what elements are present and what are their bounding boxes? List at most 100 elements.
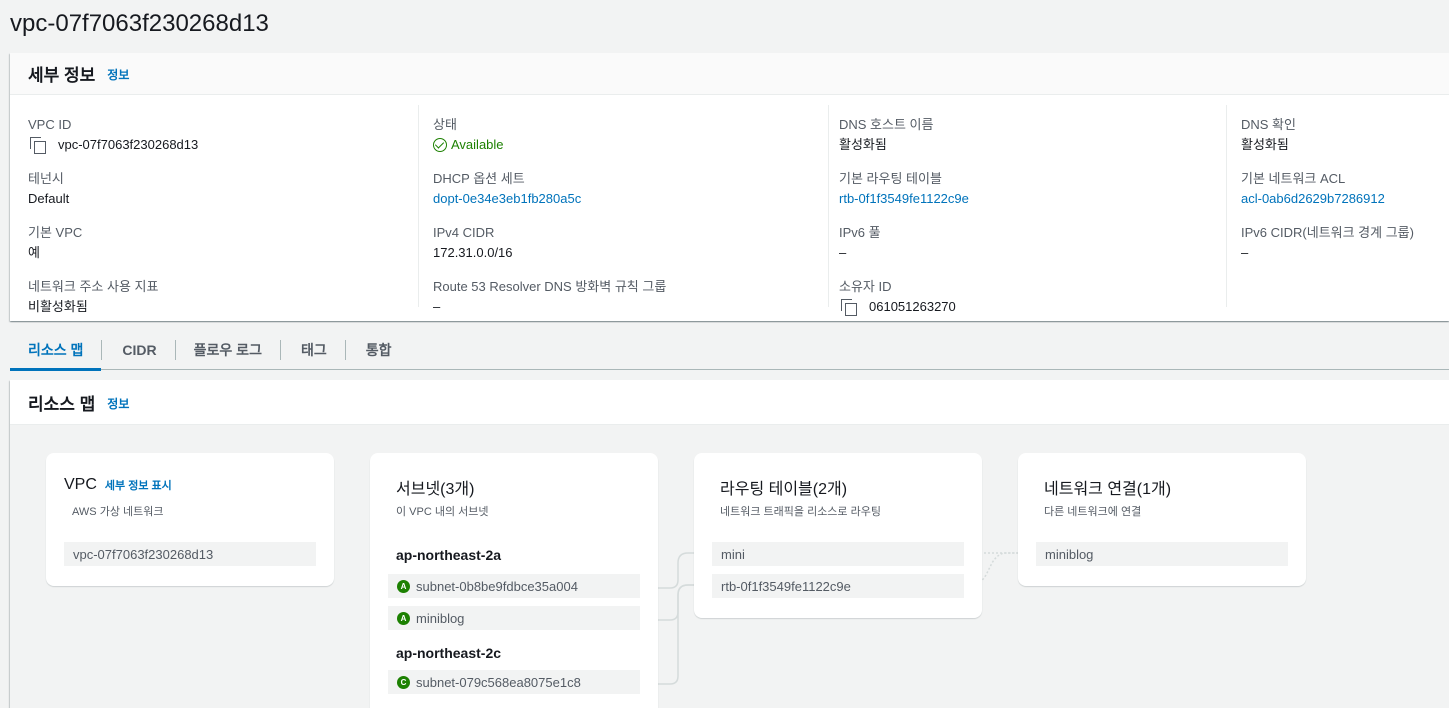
default-vpc-label: 기본 VPC (28, 225, 83, 240)
vpc-card-title: VPC (64, 476, 97, 493)
network-connection-card-title: 네트워크 연결(1개) (1044, 481, 1172, 498)
vpc-id-field: VPC ID vpc-07f7063f230268d13 (28, 117, 199, 154)
vpc-card: VPC 세부 정보 표시 AWS 가상 네트워크 vpc-07f7063f230… (46, 453, 334, 586)
ipv6-pool-field: IPv6 풀 – (839, 225, 881, 261)
az-badge: C (397, 675, 410, 689)
az-heading: ap-northeast-2a (396, 547, 502, 563)
details-panel: 세부 정보 정보 VPC ID vpc-07f7063f230268d13 테넌… (10, 53, 1449, 321)
network-acl-label: 기본 네트워크 ACL (1241, 171, 1346, 186)
tenancy-label: 테넌시 (28, 171, 64, 186)
subnet-card: 서브넷(3개) 이 VPC 내의 서브넷 ap-northeast-2a A s… (370, 453, 658, 708)
ipv6-cidr-value: – (1241, 245, 1249, 260)
subnet-node[interactable]: C subnet-079c568ea8075e1c8 (388, 670, 640, 694)
route-table-card-title: 라우팅 테이블(2개) (720, 481, 848, 498)
ipv6-cidr-field: IPv6 CIDR(네트워크 경계 그룹) – (1241, 225, 1414, 261)
ipv4-cidr-label: IPv4 CIDR (433, 225, 495, 240)
copy-icon[interactable] (841, 298, 857, 316)
dns-hostnames-label: DNS 호스트 이름 (839, 117, 934, 132)
resource-map-canvas: VPC 세부 정보 표시 AWS 가상 네트워크 vpc-07f7063f230… (10, 425, 1449, 708)
dns-firewall-label: Route 53 Resolver DNS 방화벽 규칙 그룹 (433, 279, 667, 294)
vpc-id-value-row: vpc-07f7063f230268d13 (28, 136, 199, 154)
subnet-label: miniblog (416, 610, 465, 626)
ipv6-pool-label: IPv6 풀 (839, 225, 881, 240)
dns-resolution-value: 활성화됨 (1241, 137, 1289, 152)
state-value: Available (451, 137, 504, 152)
network-connection-node[interactable]: miniblog (1036, 542, 1288, 566)
state-field: 상태 Available (433, 117, 504, 153)
subnet-node[interactable]: A miniblog (388, 606, 640, 630)
default-vpc-field: 기본 VPC 예 (28, 225, 82, 261)
resource-map-title: 리소스 맵 (28, 394, 96, 414)
route-table-card-subtitle: 네트워크 트래픽을 리소스로 라우팅 (720, 506, 881, 518)
dhcp-field: DHCP 옵션 세트 dopt-0e34e3eb1fb280a5c (433, 171, 581, 207)
details-column-2: 상태 Available DHCP 옵션 세트 dopt-0e34e3eb1fb… (418, 105, 828, 314)
main-route-table-field: 기본 라우팅 테이블 rtb-0f1f3549fe1122c9e (839, 171, 969, 207)
route-table-node[interactable]: rtb-0f1f3549fe1122c9e (712, 574, 964, 598)
network-usage-label: 네트워크 주소 사용 지표 (28, 279, 159, 294)
details-title: 세부 정보 (28, 66, 96, 85)
tab-integrations[interactable]: 통합 (346, 331, 410, 369)
vpc-id-value: vpc-07f7063f230268d13 (58, 137, 199, 152)
dhcp-label: DHCP 옵션 세트 (433, 171, 525, 186)
resource-map-info-link[interactable]: 정보 (107, 395, 129, 412)
owner-id-label: 소유자 ID (839, 279, 892, 294)
ipv4-cidr-value: 172.31.0.0/16 (433, 245, 513, 260)
default-vpc-value: 예 (28, 245, 40, 260)
network-connection-card: 네트워크 연결(1개) 다른 네트워크에 연결 miniblog (1018, 453, 1306, 586)
dns-resolution-label: DNS 확인 (1241, 117, 1296, 132)
network-acl-field: 기본 네트워크 ACL acl-0ab6d2629b7286912 (1241, 171, 1385, 207)
subnet-label: subnet-079c568ea8075e1c8 (416, 674, 581, 690)
tab-tags[interactable]: 태그 (281, 331, 345, 369)
network-usage-value: 비활성화됨 (28, 299, 88, 314)
resource-map-panel: 리소스 맵 정보 VPC 세부 정보 표시 AWS 가상 네트워크 vpc-07… (10, 380, 1449, 708)
subnet-label: subnet-0b8be9fdbce35a004 (416, 578, 578, 594)
tab-resource-map[interactable]: 리소스 맵 (10, 331, 102, 371)
state-label: 상태 (433, 117, 457, 132)
show-details-link[interactable]: 세부 정보 표시 (105, 477, 172, 493)
ipv6-cidr-label: IPv6 CIDR(네트워크 경계 그룹) (1241, 225, 1414, 240)
vpc-node[interactable]: vpc-07f7063f230268d13 (64, 542, 316, 566)
network-usage-field: 네트워크 주소 사용 지표 비활성화됨 (28, 279, 158, 315)
vpc-card-subtitle: AWS 가상 네트워크 (72, 506, 164, 518)
details-header: 세부 정보 정보 (10, 53, 1449, 95)
main-route-table-label: 기본 라우팅 테이블 (839, 171, 942, 186)
route-table-node[interactable]: mini (712, 542, 964, 566)
vpc-id-label: VPC ID (28, 117, 72, 132)
dns-firewall-value: – (433, 299, 441, 314)
owner-id-value-row: 061051263270 (839, 298, 956, 316)
check-circle-icon (433, 137, 447, 152)
details-info-link[interactable]: 정보 (107, 66, 129, 83)
tab-flow-logs[interactable]: 플로우 로그 (176, 331, 280, 369)
az-heading: ap-northeast-2c (396, 645, 502, 661)
ipv6-pool-value: – (839, 245, 847, 260)
network-acl-link[interactable]: acl-0ab6d2629b7286912 (1241, 190, 1385, 207)
network-connection-card-subtitle: 다른 네트워크에 연결 (1044, 506, 1142, 518)
dns-firewall-field: Route 53 Resolver DNS 방화벽 규칙 그룹 – (433, 279, 666, 315)
state-value-row: Available (433, 136, 504, 153)
subnet-card-title: 서브넷(3개) (396, 481, 475, 498)
page-title: vpc-07f7063f230268d13 (10, 10, 269, 37)
details-column-4: DNS 확인 활성화됨 기본 네트워크 ACL acl-0ab6d2629b72… (1226, 105, 1449, 307)
az-badge: A (397, 611, 410, 625)
details-column-1: VPC ID vpc-07f7063f230268d13 테넌시 Default… (10, 105, 418, 314)
subnet-card-subtitle: 이 VPC 내의 서브넷 (396, 506, 489, 518)
tab-bar: 리소스 맵 CIDR 플로우 로그 태그 통합 (10, 331, 1449, 371)
details-column-3: DNS 호스트 이름 활성화됨 기본 라우팅 테이블 rtb-0f1f3549f… (828, 105, 1226, 316)
dns-hostnames-value: 활성화됨 (839, 137, 887, 152)
vpc-card-title-row: VPC 세부 정보 표시 (64, 475, 172, 494)
owner-id-field: 소유자 ID 061051263270 (839, 279, 956, 316)
tab-cidr[interactable]: CIDR (102, 331, 174, 369)
dns-hostnames-field: DNS 호스트 이름 활성화됨 (839, 117, 933, 153)
copy-icon[interactable] (30, 136, 46, 154)
dhcp-link[interactable]: dopt-0e34e3eb1fb280a5c (433, 190, 581, 207)
main-route-table-link[interactable]: rtb-0f1f3549fe1122c9e (839, 190, 969, 207)
tenancy-value: Default (28, 191, 70, 206)
route-table-card: 라우팅 테이블(2개) 네트워크 트래픽을 리소스로 라우팅 mini rtb-… (694, 453, 982, 618)
resource-map-header: 리소스 맵 정보 (10, 380, 1449, 425)
dns-resolution-field: DNS 확인 활성화됨 (1241, 117, 1296, 153)
subnet-node[interactable]: A subnet-0b8be9fdbce35a004 (388, 574, 640, 598)
ipv4-cidr-field: IPv4 CIDR 172.31.0.0/16 (433, 225, 513, 261)
tenancy-field: 테넌시 Default (28, 171, 69, 207)
az-badge: A (397, 579, 410, 593)
owner-id-value: 061051263270 (869, 299, 956, 314)
